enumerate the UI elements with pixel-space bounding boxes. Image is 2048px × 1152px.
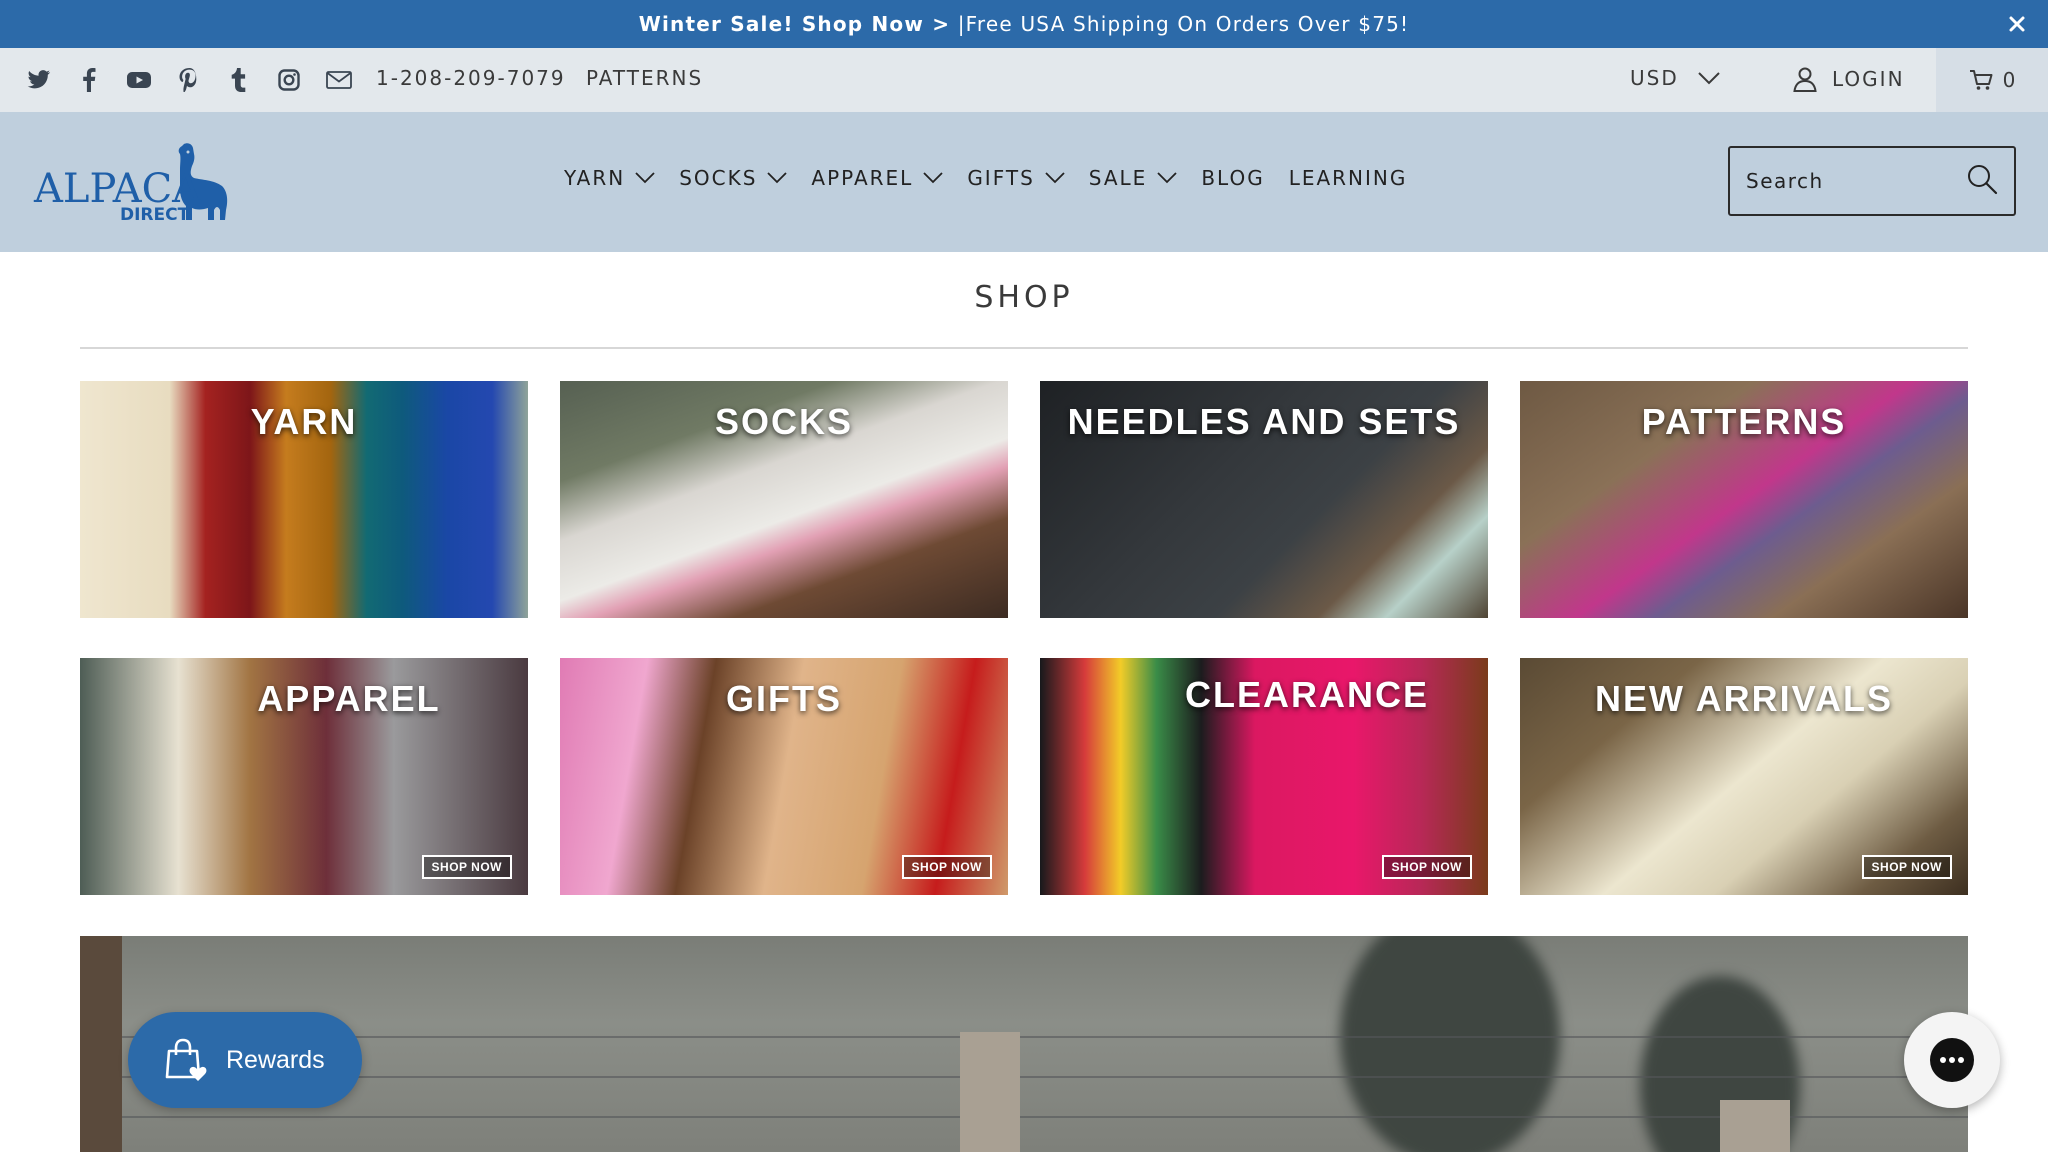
category-tile-clearance[interactable]: CLEARANCE SHOP NOW — [1040, 658, 1488, 895]
tile-label: NEEDLES AND SETS — [1067, 401, 1461, 442]
chevron-down-icon — [767, 172, 788, 184]
chat-bubble-icon — [1928, 1036, 1976, 1084]
tumblr-icon[interactable] — [226, 67, 252, 93]
nav-learning-label: LEARNING — [1288, 166, 1408, 190]
nav-sale-label: SALE — [1088, 166, 1148, 190]
main-header: ALPACA DIRECT YARN SOCKS APPAREL GIFTS S… — [0, 112, 2048, 252]
logo-subtext: DIRECT — [120, 205, 190, 224]
alpaca-direct-logo[interactable]: ALPACA DIRECT — [32, 140, 246, 225]
tile-label: PATTERNS — [1641, 401, 1847, 442]
facebook-icon[interactable] — [76, 67, 102, 93]
currency-selector[interactable]: USD — [1630, 66, 1721, 90]
banner-fence-post — [1720, 1100, 1790, 1152]
search-input[interactable] — [1746, 169, 1966, 193]
hero-banner-image — [80, 936, 1968, 1152]
shop-now-button[interactable]: SHOP NOW — [901, 855, 992, 879]
nav-gifts-label: GIFTS — [967, 166, 1035, 190]
tile-label: APPAREL — [257, 678, 441, 719]
category-tile-gifts[interactable]: GIFTS SHOP NOW — [560, 658, 1008, 895]
chevron-down-icon — [923, 172, 943, 184]
rewards-button[interactable]: Rewards — [128, 1012, 362, 1108]
announcement-bar[interactable]: Winter Sale! Shop Now > |Free USA Shippi… — [0, 0, 2048, 48]
login-label: LOGIN — [1832, 67, 1905, 91]
chevron-down-icon — [1045, 172, 1065, 184]
nav-gifts[interactable]: GIFTS — [967, 166, 1065, 190]
category-tile-socks[interactable]: SOCKS — [560, 381, 1008, 618]
announcement-text: |Free USA Shipping On Orders Over $75! — [950, 12, 1410, 36]
search-box — [1728, 146, 2016, 216]
nav-blog[interactable]: BLOG — [1201, 166, 1264, 190]
login-link[interactable]: LOGIN — [1792, 66, 1905, 92]
nav-apparel[interactable]: APPAREL — [811, 166, 943, 190]
banner-fence-wire — [80, 1116, 1968, 1118]
page-title: SHOP — [974, 280, 1074, 315]
tile-label: SOCKS — [714, 401, 854, 442]
nav-learning[interactable]: LEARNING — [1289, 166, 1408, 190]
utility-bar: 1-208-209-7079 PATTERNS USD LOGIN 0 — [0, 48, 2048, 112]
mail-icon[interactable] — [326, 67, 352, 93]
user-icon — [1792, 66, 1818, 92]
nav-sale[interactable]: SALE — [1089, 166, 1178, 190]
twitter-icon[interactable] — [26, 67, 52, 93]
nav-socks-label: SOCKS — [679, 166, 758, 190]
close-icon[interactable] — [2002, 9, 2032, 39]
category-tile-new-arrivals[interactable]: NEW ARRIVALS SHOP NOW — [1520, 658, 1968, 895]
announcement-bold[interactable]: Winter Sale! Shop Now > — [639, 12, 950, 36]
tile-label: CLEARANCE — [1184, 674, 1429, 715]
search-icon[interactable] — [1966, 163, 1998, 199]
phone-link[interactable]: 1-208-209-7079 — [376, 66, 566, 90]
pinterest-icon[interactable] — [176, 67, 202, 93]
nav-apparel-label: APPAREL — [811, 166, 914, 190]
nav-blog-label: BLOG — [1201, 166, 1265, 190]
banner-fence-wire — [80, 1076, 1968, 1078]
chevron-down-icon — [635, 172, 655, 184]
youtube-icon[interactable] — [126, 67, 152, 93]
category-tile-yarn[interactable]: YARN — [80, 381, 528, 618]
shopping-bag-heart-icon — [162, 1037, 208, 1083]
chat-button[interactable] — [1904, 1012, 2000, 1108]
category-tile-apparel[interactable]: APPAREL SHOP NOW — [80, 658, 528, 895]
tile-label: YARN — [250, 401, 358, 442]
banner-tree — [1340, 936, 1560, 1152]
shop-now-button[interactable]: SHOP NOW — [421, 855, 512, 879]
nav-socks[interactable]: SOCKS — [679, 166, 788, 190]
category-tile-patterns[interactable]: PATTERNS — [1520, 381, 1968, 618]
banner-fence-post — [960, 1032, 1020, 1152]
nav-yarn[interactable]: YARN — [564, 166, 655, 190]
chevron-down-icon — [1157, 172, 1177, 184]
cart-icon — [1969, 69, 1993, 91]
cart-count: 0 — [2002, 68, 2016, 92]
rewards-label: Rewards — [226, 1045, 325, 1074]
tile-label: NEW ARRIVALS — [1595, 678, 1893, 719]
cart-button[interactable]: 0 — [1936, 48, 2048, 112]
banner-fence-post — [80, 936, 122, 1152]
shop-now-button[interactable]: SHOP NOW — [1861, 855, 1952, 879]
tile-label: GIFTS — [726, 678, 842, 719]
currency-value: USD — [1630, 66, 1679, 90]
social-links — [26, 68, 376, 92]
instagram-icon[interactable] — [276, 67, 302, 93]
patterns-link[interactable]: PATTERNS — [586, 66, 703, 90]
category-tile-needles-and-sets[interactable]: NEEDLES AND SETS — [1040, 381, 1488, 618]
nav-yarn-label: YARN — [564, 166, 626, 190]
main-nav: YARN SOCKS APPAREL GIFTS SALE BLOG LEARN… — [564, 166, 1431, 190]
chevron-down-icon — [1697, 71, 1721, 85]
banner-fence-wire — [80, 1036, 1968, 1038]
divider — [80, 347, 1968, 349]
shop-now-button[interactable]: SHOP NOW — [1381, 855, 1472, 879]
